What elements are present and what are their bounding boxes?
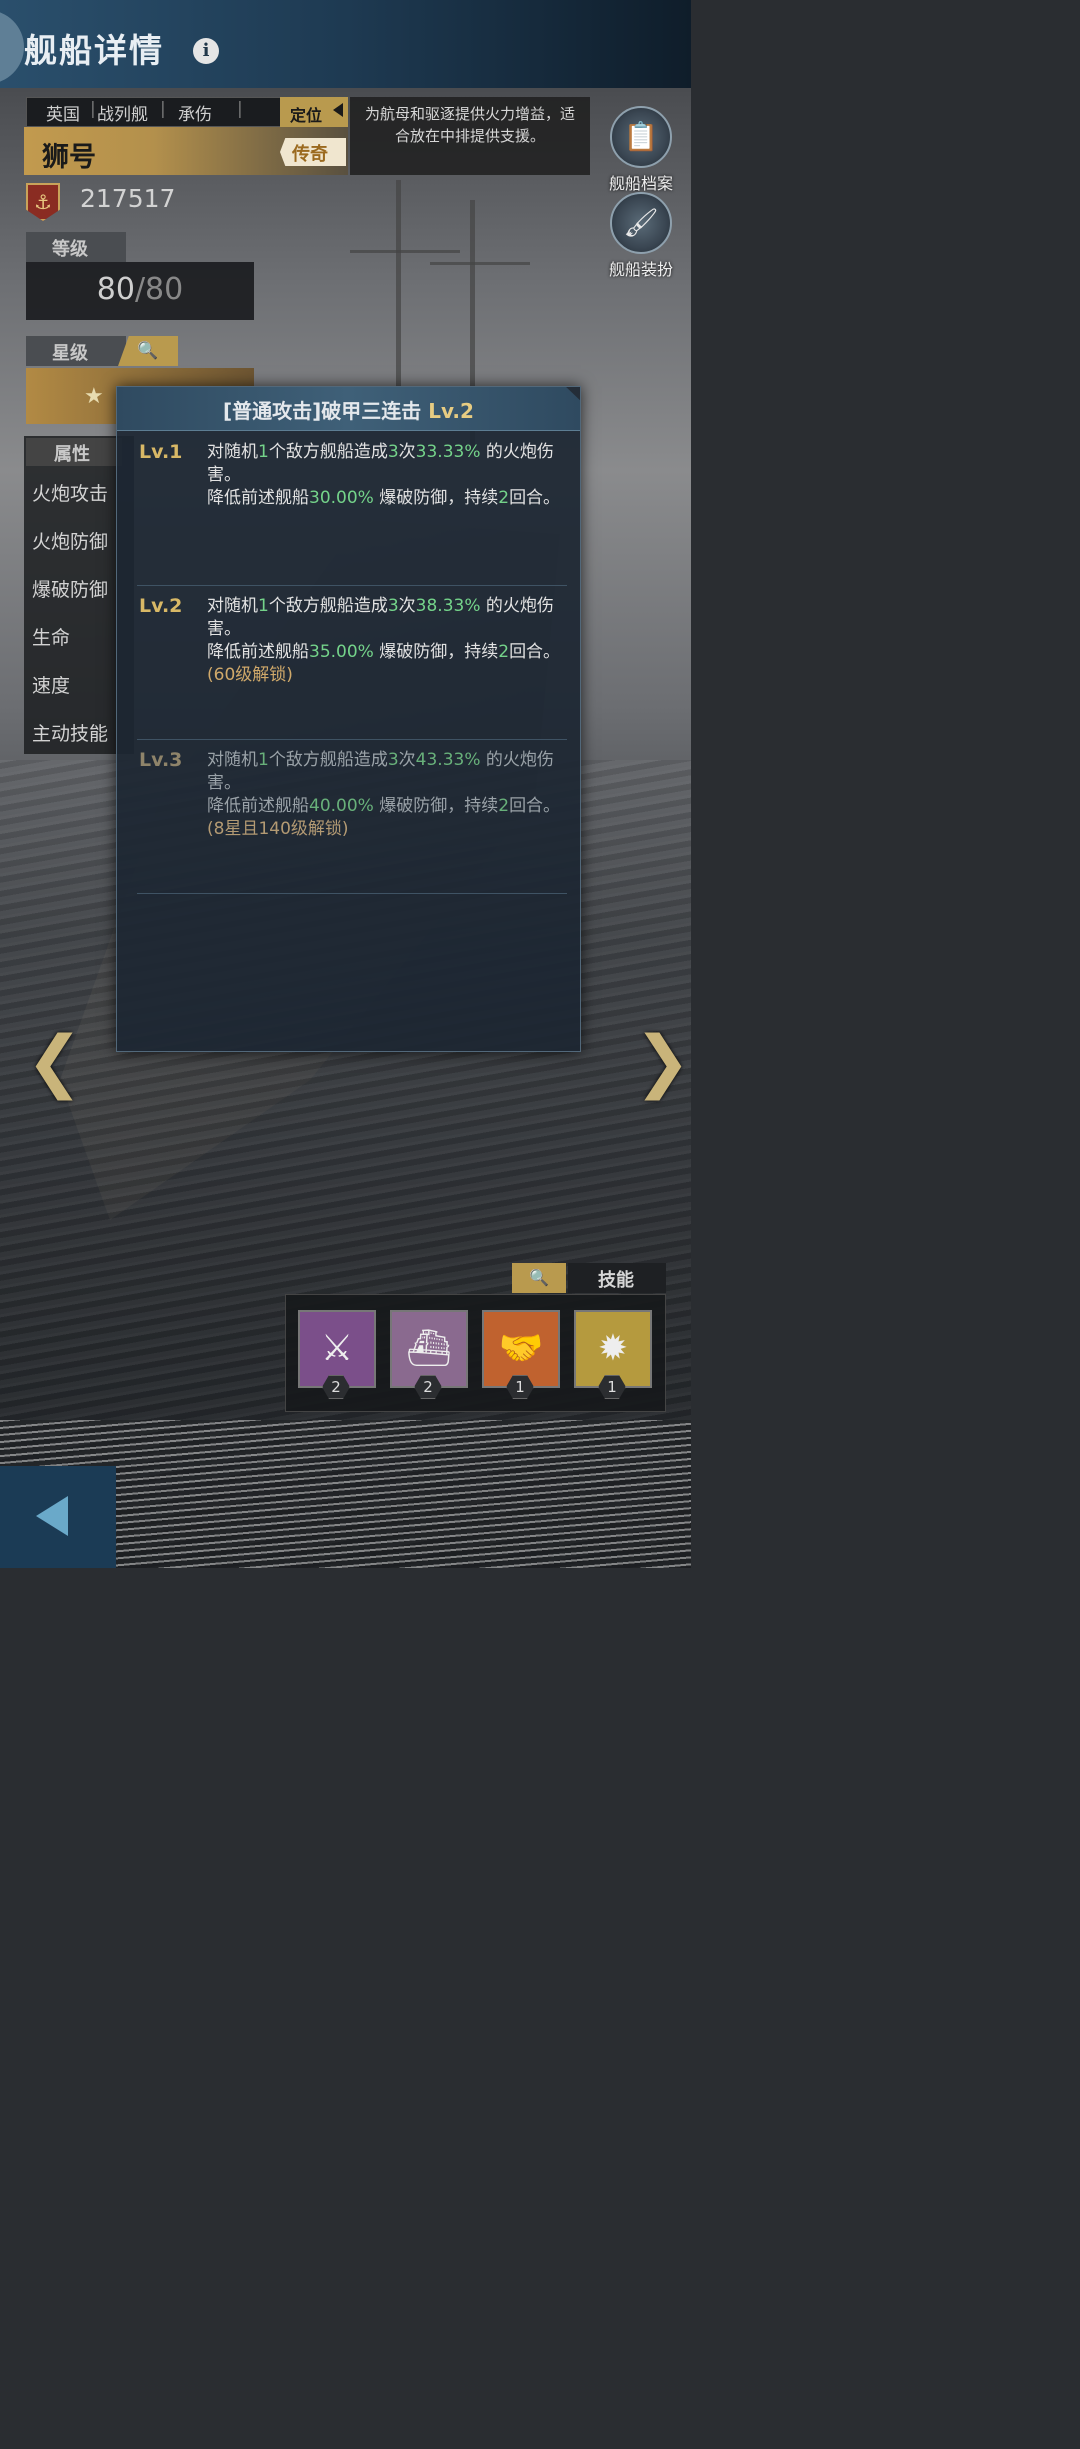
- skill-detail-popup[interactable]: [普通攻击]破甲三连击 Lv.2 Lv.1 对随机1个敌方舰船造成3次33.33…: [116, 386, 581, 1052]
- ship-power: 217517: [80, 184, 176, 213]
- level-description: 对随机1个敌方舰船造成3次38.33% 的火炮伤害。 降低前述舰船35.00% 爆…: [207, 596, 561, 685]
- attribute-row: 爆破防御: [32, 579, 109, 601]
- level-tag: Lv.2: [139, 595, 183, 617]
- page-title: 舰船详情: [24, 31, 164, 70]
- tag-separator: |: [160, 99, 166, 119]
- previous-ship-arrow-icon[interactable]: ❮: [26, 1022, 83, 1101]
- star-header: 星级: [26, 336, 126, 366]
- skill-search-icon[interactable]: 🔍: [512, 1263, 566, 1293]
- position-arrow-icon[interactable]: [333, 103, 343, 117]
- attribute-row: 主动技能: [32, 723, 109, 745]
- ship-role: 承伤: [178, 105, 212, 125]
- level-description: 对随机1个敌方舰船造成3次43.33% 的火炮伤害。 降低前述舰船40.00% 爆…: [207, 750, 561, 839]
- burst-icon: ✹: [597, 1328, 629, 1369]
- clipboard-icon: 📋: [610, 106, 672, 168]
- attribute-row: 生命: [32, 627, 71, 649]
- ship-nation: 英国: [46, 105, 80, 125]
- attribute-row: 火炮防御: [32, 531, 109, 553]
- level-header: 等级: [26, 232, 126, 262]
- ship-archive-button[interactable]: 📋 舰船档案: [600, 106, 682, 194]
- level-tag: Lv.1: [139, 441, 183, 463]
- level-divider: [137, 893, 567, 894]
- next-ship-arrow-icon[interactable]: ❯: [634, 1022, 691, 1101]
- handshake-icon: 🤝: [498, 1328, 544, 1369]
- back-arrow-icon[interactable]: [36, 1496, 68, 1536]
- position-description: 为航母和驱逐提供火力增益，适合放在中排提供支援。: [350, 97, 590, 175]
- level-tag: Lv.3: [139, 749, 183, 771]
- level-display: 80/80: [26, 262, 254, 320]
- star-icon: ★: [84, 384, 104, 409]
- level-description: 对随机1个敌方舰船造成3次33.33% 的火炮伤害。 降低前述舰船30.00% 爆…: [207, 442, 561, 508]
- cannon-icon: ⚔: [320, 1328, 354, 1369]
- skill-current-level: Lv.2: [428, 399, 474, 423]
- attribute-header: 属性: [26, 438, 122, 466]
- skills-tab: 🔍 技能: [512, 1263, 666, 1293]
- skill-name: [普通攻击]破甲三连击: [223, 399, 429, 423]
- level-divider: [137, 739, 567, 740]
- rarity-badge: 传奇: [280, 138, 346, 166]
- tag-separator: |: [90, 99, 96, 119]
- ship-yard: [350, 250, 460, 253]
- skills-label: 技能: [568, 1263, 666, 1293]
- level-divider: [137, 585, 567, 586]
- level-max: /80: [134, 272, 184, 307]
- ship-skin-label: 舰船装扮: [608, 260, 673, 279]
- attribute-row: 火炮攻击: [32, 483, 109, 505]
- ship-name: 狮号: [42, 142, 96, 173]
- ship-archive-label: 舰船档案: [608, 174, 673, 193]
- tag-separator: |: [237, 99, 243, 119]
- popup-title: [普通攻击]破甲三连击 Lv.2: [117, 395, 580, 424]
- attribute-row: 速度: [32, 675, 71, 697]
- info-icon[interactable]: i: [193, 38, 219, 64]
- ship-yard: [430, 262, 530, 265]
- level-current: 80: [96, 272, 135, 307]
- warship-icon: ⛴: [406, 1328, 452, 1369]
- paint-roller-icon: 🖌: [610, 192, 672, 254]
- ship-skin-button[interactable]: 🖌 舰船装扮: [600, 192, 682, 280]
- ship-type: 战列舰: [97, 105, 148, 125]
